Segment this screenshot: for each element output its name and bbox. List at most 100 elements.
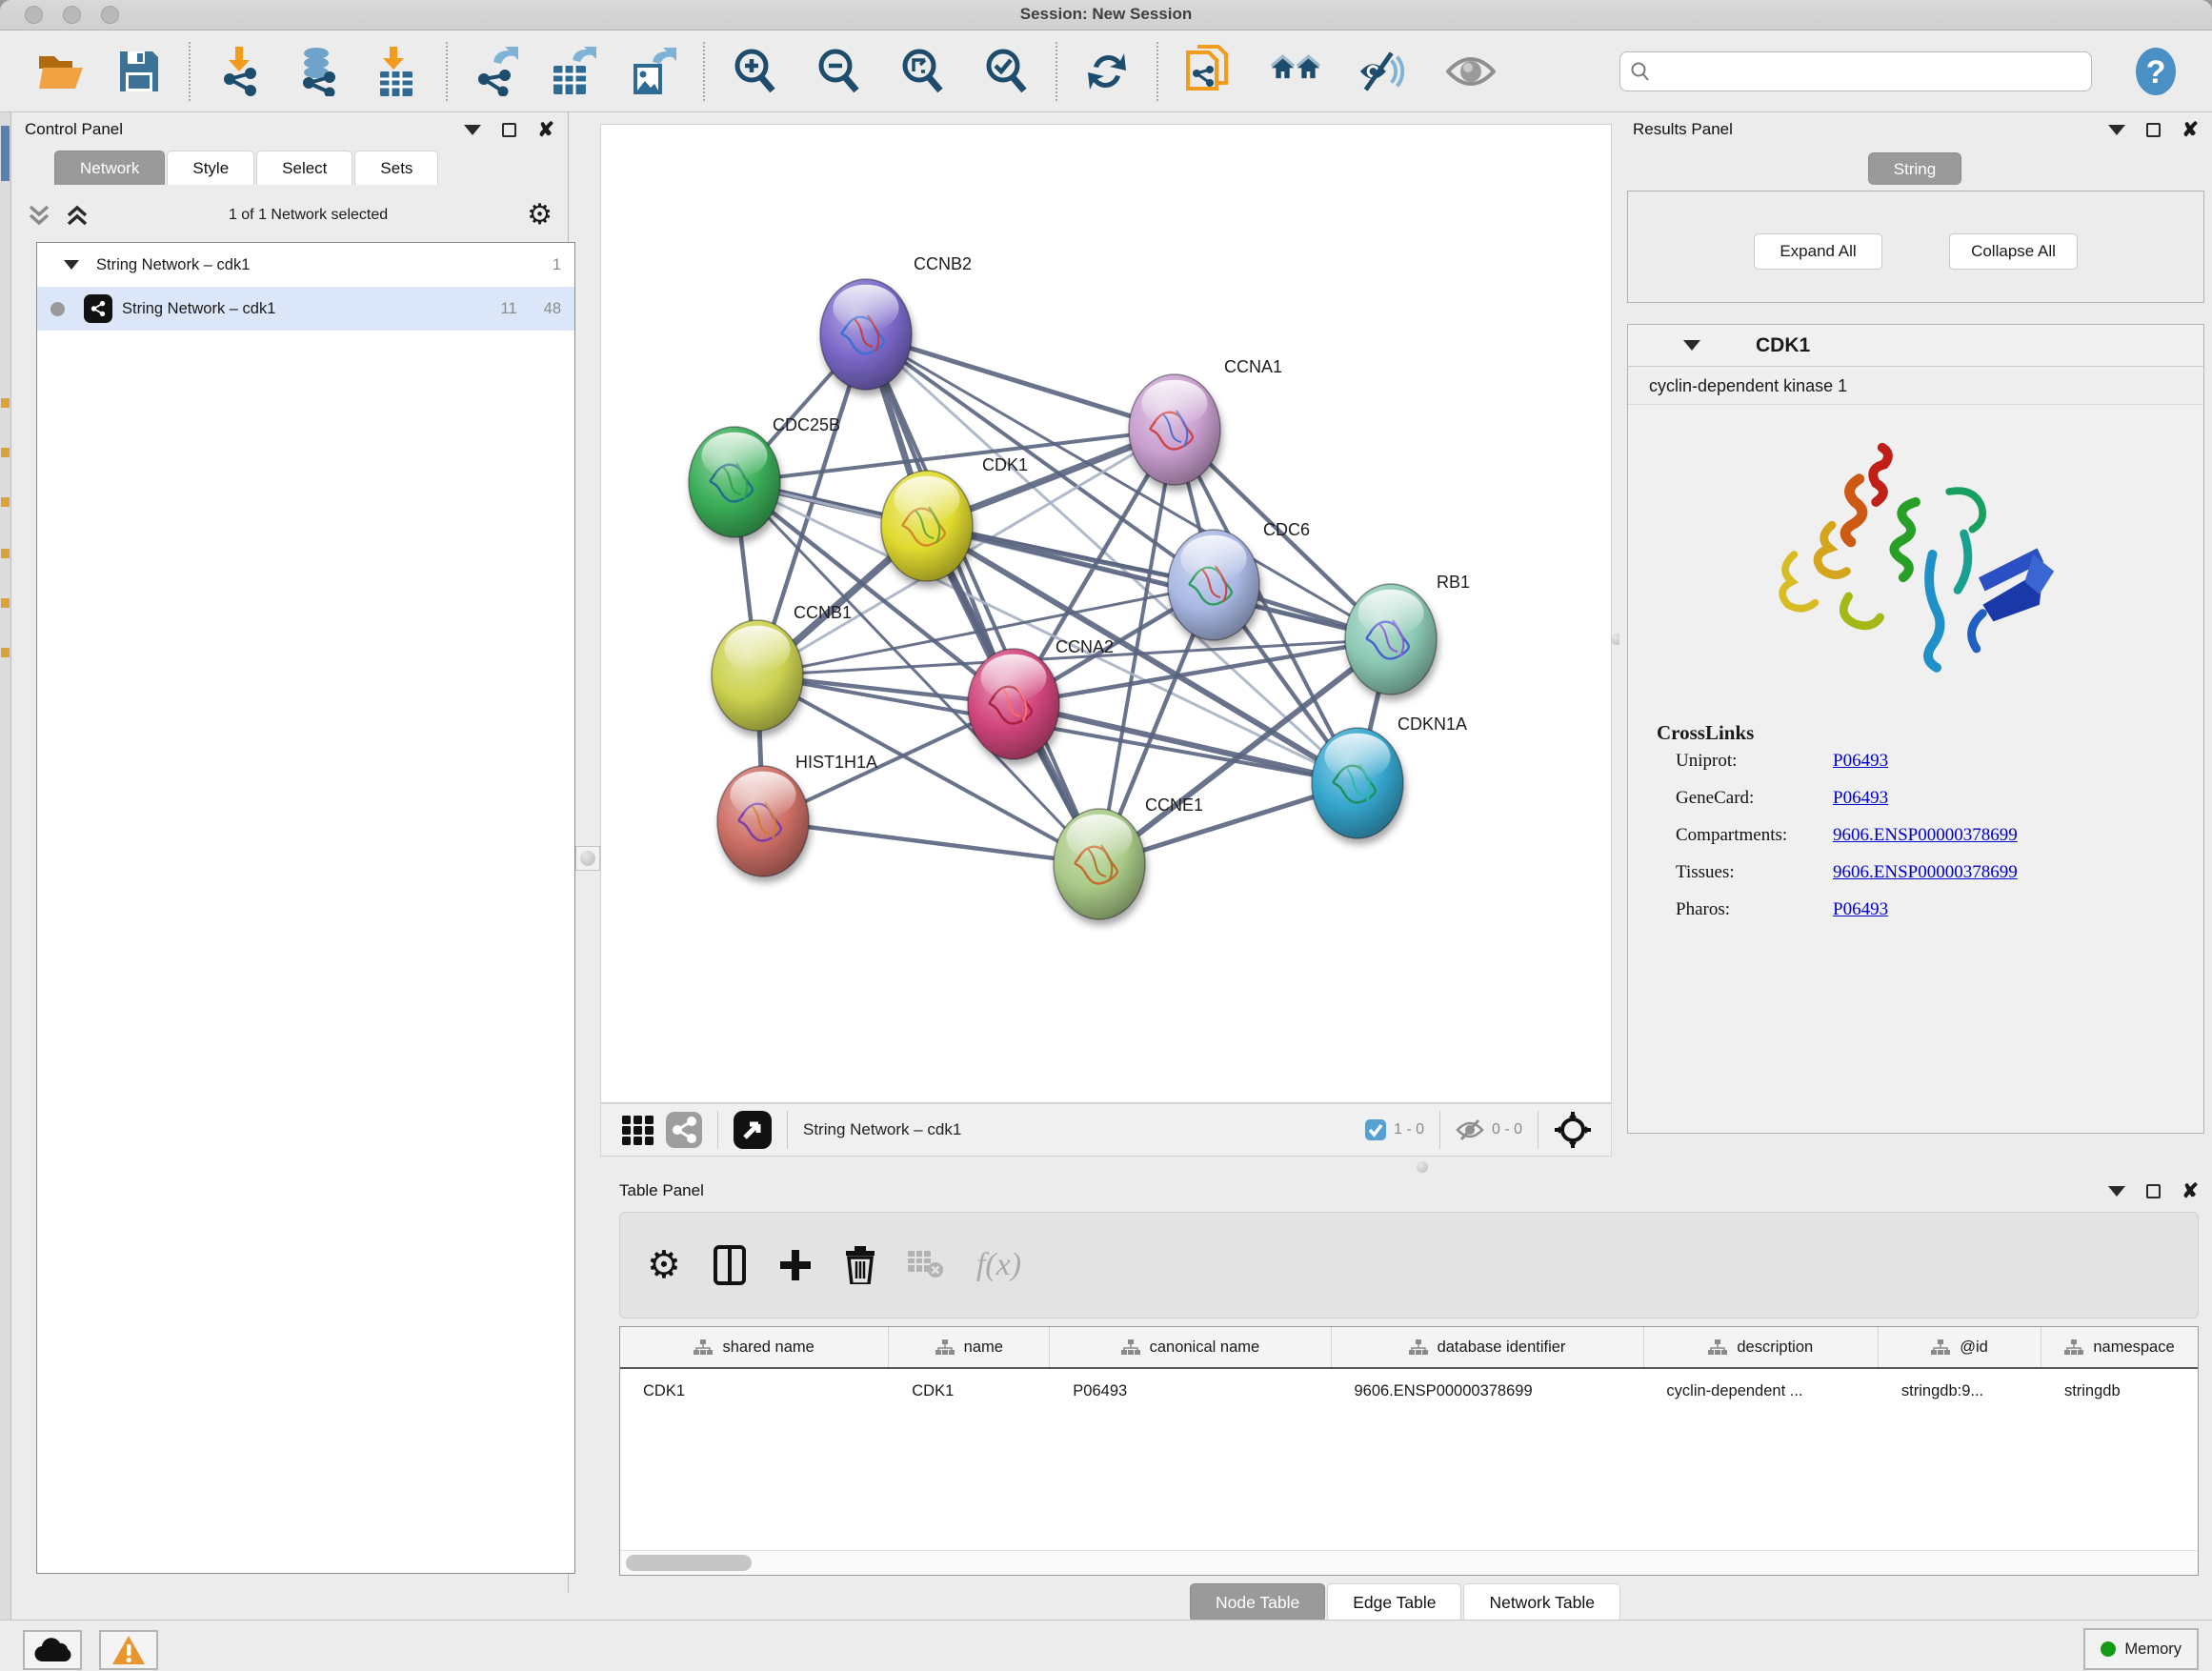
refresh-layout-icon[interactable] — [1082, 47, 1132, 96]
bottom-splitter-handle[interactable] — [1412, 1160, 1433, 1174]
cell-description[interactable]: cyclin-dependent ... — [1643, 1369, 1879, 1413]
scrollbar-thumb[interactable] — [626, 1555, 752, 1571]
left-splitter-handle[interactable] — [575, 846, 600, 871]
network-canvas[interactable]: CCNB2CCNA1CDC25BCDK1CDC6RB1CCNB1CCNA2CDK… — [600, 124, 1612, 1103]
import-table-from-file-icon[interactable] — [372, 47, 421, 96]
network-node-CDC25B[interactable]: CDC25B — [689, 415, 840, 537]
search-box[interactable] — [1619, 51, 2092, 91]
table-horizontal-scrollbar[interactable] — [620, 1550, 2198, 1575]
table-settings-gear-icon[interactable]: ⚙ — [647, 1246, 681, 1284]
cell-namespace[interactable]: stringdb — [2041, 1369, 2198, 1413]
network-collection-row[interactable]: String Network – cdk1 1 — [37, 243, 574, 287]
function-builder-icon[interactable]: f(x) — [976, 1247, 1021, 1283]
panel-menu-icon[interactable] — [2108, 1186, 2125, 1197]
panel-close-icon[interactable]: ✘ — [2182, 120, 2199, 140]
network-node-CDKN1A[interactable]: CDKN1A — [1312, 715, 1467, 838]
show-all-icon[interactable] — [1446, 47, 1496, 96]
crosslink-link[interactable]: 9606.ENSP00000378699 — [1833, 825, 2018, 846]
help-button[interactable]: ? — [2134, 47, 2178, 96]
fit-selected-crosshair-icon[interactable] — [1554, 1111, 1592, 1149]
tab-select[interactable]: Select — [256, 151, 352, 185]
network-edge-CCNA2-CDKN1A[interactable] — [1014, 704, 1357, 783]
cell-database-identifier[interactable]: 9606.ENSP00000378699 — [1331, 1369, 1643, 1413]
crosslink-link[interactable]: 9606.ENSP00000378699 — [1833, 862, 2018, 883]
collection-expand-icon[interactable] — [64, 260, 79, 270]
tab-style[interactable]: Style — [167, 151, 254, 185]
zoom-selected-icon[interactable] — [981, 47, 1031, 96]
network-edge-CCNB2-CCNA1[interactable] — [866, 334, 1175, 430]
expand-all-button[interactable]: Expand All — [1754, 233, 1882, 270]
network-edge-HIST1H1A-CCNE1[interactable] — [763, 821, 1099, 864]
panel-menu-icon[interactable] — [2108, 125, 2125, 135]
first-neighbors-icon[interactable] — [1271, 47, 1320, 96]
node-label-CDK1: CDK1 — [982, 455, 1028, 474]
network-row[interactable]: String Network – cdk1 11 48 — [37, 287, 574, 331]
network-label: String Network – cdk1 — [122, 300, 275, 318]
panel-close-icon[interactable]: ✘ — [2182, 1181, 2199, 1201]
birdseye-view-icon[interactable] — [734, 1111, 772, 1149]
show-columns-icon[interactable] — [714, 1245, 746, 1285]
collapse-all-networks-icon[interactable] — [27, 203, 51, 228]
panel-menu-icon[interactable] — [464, 125, 481, 135]
clone-network-icon[interactable] — [1183, 47, 1233, 96]
import-network-from-file-icon[interactable] — [215, 47, 265, 96]
collapse-all-button[interactable]: Collapse All — [1949, 233, 2078, 270]
delete-column-trash-icon[interactable] — [845, 1246, 875, 1284]
table-panel: Table Panel ✘ ⚙ f(x) shared name name — [600, 1174, 2212, 1610]
network-edge-CDK1-RB1[interactable] — [927, 526, 1391, 639]
network-edge-CCNB2-CCNE1[interactable] — [866, 334, 1099, 864]
network-share-view-icon[interactable] — [666, 1112, 702, 1148]
crosslink-link[interactable]: P06493 — [1833, 788, 1888, 809]
cell-name[interactable]: CDK1 — [889, 1369, 1050, 1413]
panel-float-icon[interactable] — [502, 123, 516, 137]
delete-table-icon[interactable] — [908, 1251, 944, 1279]
node-label-CDC6: CDC6 — [1263, 520, 1310, 539]
expand-all-networks-icon[interactable] — [65, 203, 90, 228]
column-type-icon — [935, 1339, 955, 1356]
tab-network-table[interactable]: Network Table — [1463, 1583, 1620, 1621]
panel-float-icon[interactable] — [2146, 123, 2161, 137]
tab-sets[interactable]: Sets — [354, 151, 438, 185]
tab-edge-table[interactable]: Edge Table — [1327, 1583, 1461, 1621]
save-session-icon[interactable] — [114, 47, 164, 96]
open-session-icon[interactable] — [36, 47, 86, 96]
network-options-gear-icon[interactable]: ⚙ — [527, 201, 553, 230]
tab-node-table[interactable]: Node Table — [1190, 1583, 1325, 1621]
control-panel: Control Panel ✘ Network Style Select Set… — [11, 112, 569, 1593]
tab-string[interactable]: String — [1868, 152, 1961, 185]
hide-selected-icon[interactable] — [1358, 47, 1408, 96]
export-image-icon[interactable] — [629, 47, 678, 96]
gene-section-expand-icon[interactable] — [1683, 340, 1700, 351]
cell-shared-name[interactable]: CDK1 — [620, 1369, 889, 1413]
export-network-icon[interactable] — [473, 47, 522, 96]
network-node-HIST1H1A[interactable]: HIST1H1A — [717, 753, 877, 876]
add-column-icon[interactable] — [778, 1248, 813, 1282]
panel-float-icon[interactable] — [2146, 1184, 2161, 1198]
panel-close-icon[interactable]: ✘ — [537, 120, 554, 140]
crosslink-link[interactable]: P06493 — [1833, 899, 1888, 920]
network-node-CCNB2[interactable]: CCNB2 — [820, 254, 972, 390]
hidden-eye-icon[interactable] — [1456, 1118, 1484, 1141]
network-node-CCNA1[interactable]: CCNA1 — [1129, 357, 1282, 485]
collection-label: String Network – cdk1 — [96, 256, 250, 274]
selected-checkbox-icon[interactable] — [1365, 1119, 1386, 1140]
zoom-out-icon[interactable] — [814, 47, 863, 96]
cloud-status-button[interactable] — [23, 1630, 82, 1670]
import-network-from-database-icon[interactable] — [293, 47, 343, 96]
grid-view-icon[interactable] — [622, 1114, 654, 1146]
zoom-in-icon[interactable] — [730, 47, 779, 96]
search-input[interactable] — [1651, 62, 2081, 81]
toolbar-divider — [189, 42, 191, 101]
network-node-RB1[interactable]: RB1 — [1345, 573, 1470, 695]
memory-button[interactable]: Memory — [2083, 1628, 2199, 1670]
warnings-button[interactable] — [99, 1630, 158, 1670]
network-node-CDK1[interactable]: CDK1 — [881, 455, 1028, 581]
export-table-icon[interactable] — [551, 47, 600, 96]
table-row[interactable]: CDK1 CDK1 P06493 9606.ENSP00000378699 cy… — [620, 1369, 2198, 1413]
cell-id[interactable]: stringdb:9... — [1879, 1369, 2041, 1413]
crosslink-link[interactable]: P06493 — [1833, 751, 1888, 772]
tab-network[interactable]: Network — [54, 151, 165, 185]
network-node-CCNB1[interactable]: CCNB1 — [712, 603, 852, 731]
cell-canonical-name[interactable]: P06493 — [1050, 1369, 1331, 1413]
fit-content-icon[interactable] — [897, 47, 947, 96]
